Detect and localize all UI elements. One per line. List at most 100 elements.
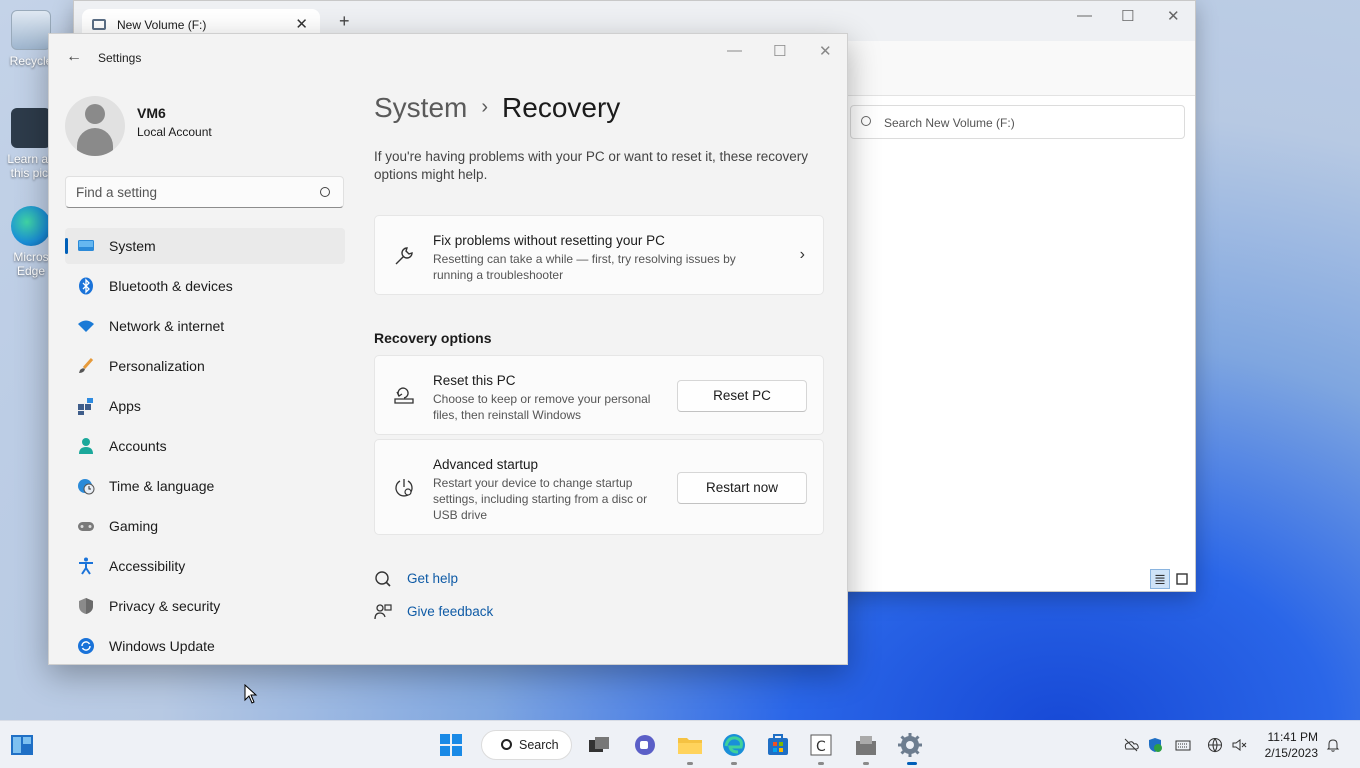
clock-time: 11:41 PM bbox=[1267, 730, 1318, 744]
accounts-icon bbox=[79, 438, 93, 454]
feedback-icon bbox=[374, 604, 392, 620]
fix-problems-card[interactable]: Fix problems without resetting your PC R… bbox=[374, 215, 824, 295]
app-installer-icon[interactable] bbox=[850, 729, 882, 761]
system-icon bbox=[78, 240, 94, 251]
details-view-icon[interactable] bbox=[1150, 569, 1170, 589]
terminal-app-icon[interactable]: C bbox=[805, 729, 837, 761]
back-arrow-icon[interactable]: ← bbox=[66, 48, 82, 66]
explorer-tab-title: New Volume (F:) bbox=[117, 18, 207, 32]
explorer-search-placeholder: Search New Volume (F:) bbox=[884, 116, 1015, 130]
breadcrumb-parent[interactable]: System bbox=[374, 92, 467, 123]
bluetooth-icon bbox=[79, 277, 93, 295]
drive-icon bbox=[92, 19, 106, 30]
sidebar-item-label: System bbox=[109, 238, 156, 254]
get-help-icon bbox=[375, 571, 391, 587]
advanced-startup-description: Restart your device to change startup se… bbox=[433, 476, 648, 522]
running-indicator bbox=[687, 762, 693, 765]
settings-gear-icon[interactable] bbox=[894, 729, 926, 761]
maximize-button[interactable]: ☐ bbox=[773, 42, 786, 60]
advanced-startup-icon bbox=[395, 479, 413, 497]
tiles-view-icon[interactable] bbox=[1172, 569, 1192, 589]
sidebar-item-label: Windows Update bbox=[109, 638, 215, 654]
close-tab-icon[interactable]: ✕ bbox=[295, 15, 308, 33]
camera-icon bbox=[11, 108, 51, 148]
accessibility-icon bbox=[79, 557, 93, 575]
running-indicator bbox=[818, 762, 824, 765]
teams-chat-icon[interactable] bbox=[629, 729, 661, 761]
sidebar-item-privacy-security[interactable]: Privacy & security bbox=[65, 588, 345, 624]
running-indicator bbox=[731, 762, 737, 765]
reset-pc-card: Reset this PC Choose to keep or remove y… bbox=[374, 355, 824, 435]
onedrive-offline-icon[interactable] bbox=[1123, 737, 1139, 753]
fix-problems-description: Resetting can take a while — first, try … bbox=[433, 252, 736, 282]
sidebar-item-label: Network & internet bbox=[109, 318, 225, 334]
profile-name: VM6 bbox=[137, 105, 166, 121]
give-feedback-link[interactable]: Give feedback bbox=[407, 604, 493, 619]
chevron-right-icon: › bbox=[799, 246, 805, 263]
search-icon bbox=[320, 187, 330, 197]
search-icon bbox=[861, 116, 871, 126]
network-globe-icon[interactable] bbox=[1207, 737, 1223, 753]
volume-muted-icon[interactable] bbox=[1231, 737, 1247, 753]
sidebar-item-personalization[interactable]: Personalization bbox=[65, 348, 345, 384]
taskbar-search-button[interactable]: Search bbox=[481, 730, 572, 760]
close-button[interactable]: ✕ bbox=[1167, 7, 1180, 25]
reset-pc-button[interactable]: Reset PC bbox=[677, 380, 807, 412]
keyboard-icon[interactable] bbox=[1175, 737, 1191, 753]
explorer-search-input[interactable]: Search New Volume (F:) bbox=[850, 105, 1185, 139]
page-title: Recovery bbox=[502, 92, 621, 123]
sidebar-item-system[interactable]: System bbox=[65, 228, 345, 264]
minimize-button[interactable]: — bbox=[727, 42, 742, 59]
reset-pc-title: Reset this PC bbox=[433, 373, 516, 388]
update-icon bbox=[78, 638, 94, 654]
clock-date: 2/15/2023 bbox=[1264, 746, 1318, 760]
sidebar-item-label: Personalization bbox=[109, 358, 205, 374]
task-view-icon[interactable] bbox=[583, 729, 615, 761]
shield-icon bbox=[79, 598, 93, 614]
wrench-icon bbox=[395, 247, 413, 265]
desktop-icon-label: Recycle bbox=[9, 54, 53, 68]
minimize-button[interactable]: — bbox=[1077, 7, 1092, 24]
new-tab-button[interactable]: + bbox=[339, 12, 350, 30]
apps-icon bbox=[78, 398, 93, 415]
advanced-startup-title: Advanced startup bbox=[433, 457, 539, 472]
wifi-icon bbox=[78, 320, 94, 332]
sidebar-item-label: Gaming bbox=[109, 518, 159, 534]
settings-search-input[interactable]: Find a setting bbox=[65, 176, 344, 208]
sidebar-item-bluetooth[interactable]: Bluetooth & devices bbox=[65, 268, 345, 304]
sidebar-item-gaming[interactable]: Gaming bbox=[65, 508, 345, 544]
file-explorer-icon[interactable] bbox=[674, 729, 706, 761]
sidebar-item-label: Time & language bbox=[109, 478, 215, 494]
taskbar: Search C 11:41 PM 2/15/2023 bbox=[0, 720, 1360, 768]
defender-icon[interactable] bbox=[1147, 737, 1163, 753]
sidebar-item-windows-update[interactable]: Windows Update bbox=[65, 628, 345, 664]
widgets-icon[interactable] bbox=[6, 729, 38, 761]
avatar[interactable] bbox=[65, 96, 125, 156]
sidebar-item-apps[interactable]: Apps bbox=[65, 388, 345, 424]
notification-bell-icon[interactable] bbox=[1325, 737, 1341, 753]
edge-icon[interactable] bbox=[718, 729, 750, 761]
system-clock[interactable]: 11:41 PM 2/15/2023 bbox=[1262, 729, 1318, 761]
store-icon[interactable] bbox=[762, 729, 794, 761]
maximize-button[interactable]: ☐ bbox=[1121, 7, 1134, 25]
breadcrumb: System › Recovery bbox=[374, 92, 620, 124]
reset-pc-description: Choose to keep or remove your personal f… bbox=[433, 392, 651, 422]
taskbar-search-label: Search bbox=[519, 738, 559, 752]
page-description: If you're having problems with your PC o… bbox=[374, 149, 809, 182]
gamepad-icon bbox=[78, 522, 94, 531]
search-icon bbox=[501, 739, 512, 750]
sidebar-item-time-language[interactable]: Time & language bbox=[65, 468, 345, 504]
restart-now-button[interactable]: Restart now bbox=[677, 472, 807, 504]
get-help-link[interactable]: Get help bbox=[407, 571, 458, 586]
close-button[interactable]: ✕ bbox=[819, 42, 832, 60]
advanced-startup-card: Advanced startup Restart your device to … bbox=[374, 439, 824, 535]
sidebar-item-accounts[interactable]: Accounts bbox=[65, 428, 345, 464]
start-icon[interactable] bbox=[435, 729, 467, 761]
sidebar-item-label: Apps bbox=[109, 398, 141, 414]
sidebar-item-network[interactable]: Network & internet bbox=[65, 308, 345, 344]
sidebar-item-accessibility[interactable]: Accessibility bbox=[65, 548, 345, 584]
mouse-cursor-icon bbox=[244, 684, 258, 704]
settings-window: ← Settings — ☐ ✕ VM6 Local Account Find … bbox=[48, 33, 848, 665]
sidebar-item-label: Accounts bbox=[109, 438, 167, 454]
active-indicator bbox=[907, 762, 917, 765]
